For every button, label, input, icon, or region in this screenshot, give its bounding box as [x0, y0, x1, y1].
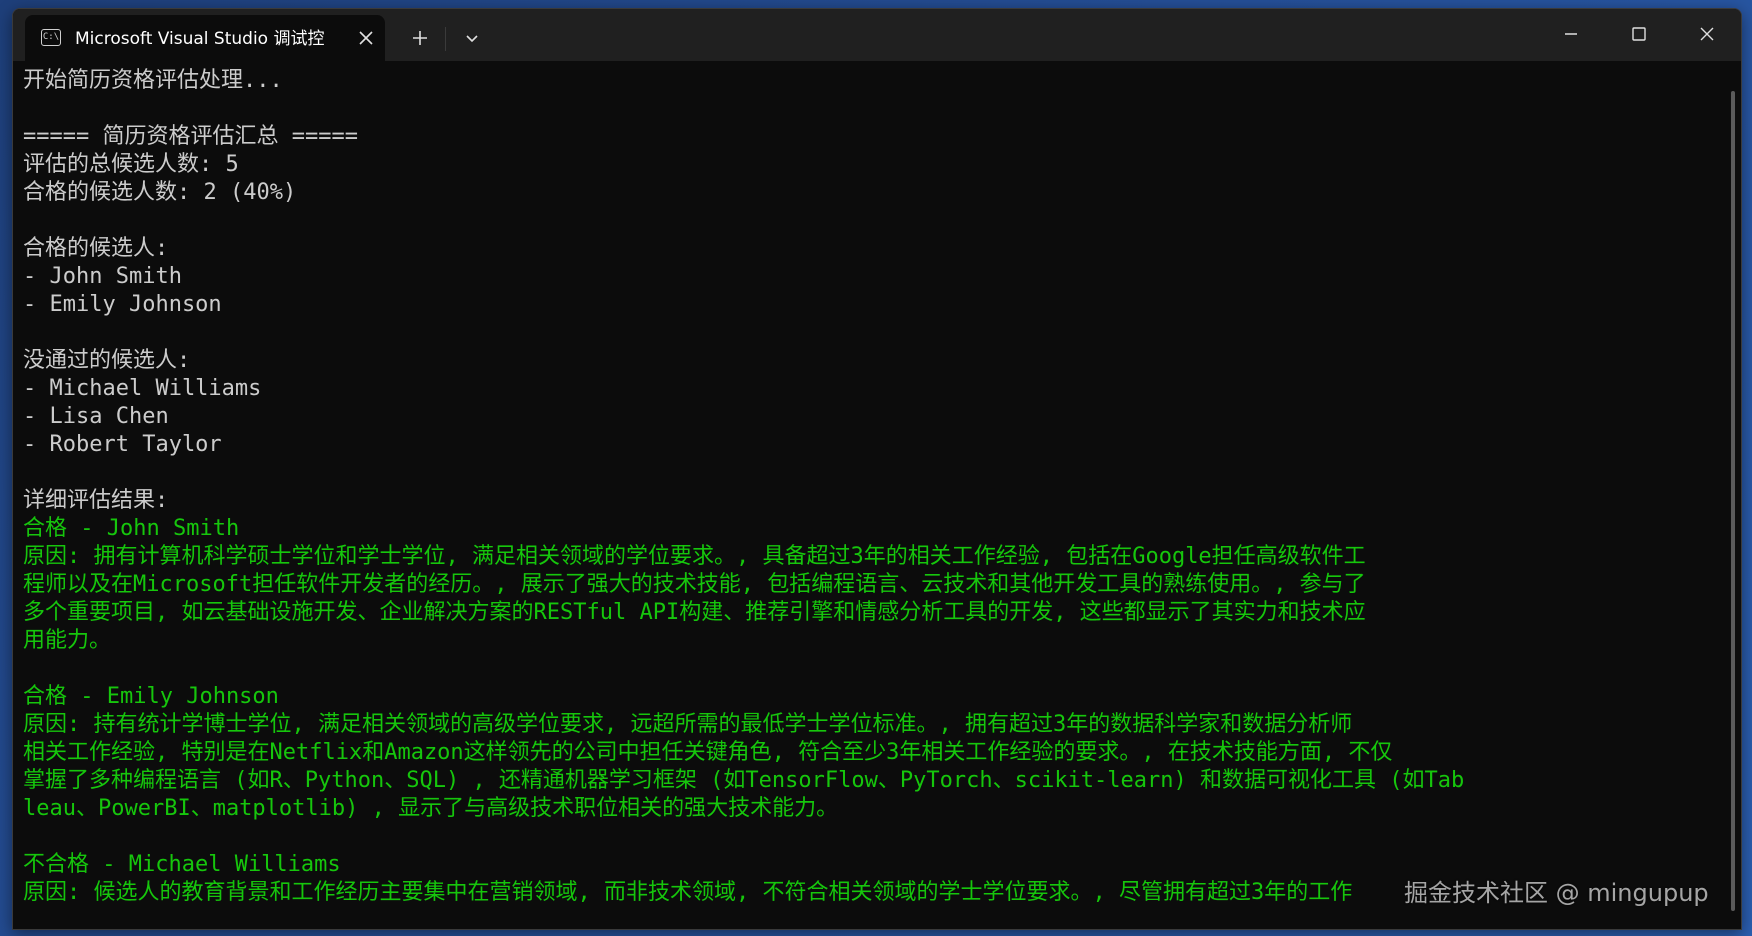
- console-line: 合格 - John Smith: [23, 516, 240, 541]
- close-tab-icon[interactable]: [355, 27, 377, 49]
- chevron-down-icon[interactable]: [457, 23, 487, 53]
- console-line: 评估的总候选人数: 5: [23, 152, 239, 177]
- console-line: 相关工作经验, 特别是在Netflix和Amazon这样领先的公司中担任关键角色…: [23, 740, 1393, 765]
- tab-debug-console[interactable]: C:\ Microsoft Visual Studio 调试控: [25, 15, 385, 61]
- console-output[interactable]: 开始简历资格评估处理... ===== 简历资格评估汇总 ===== 评估的总候选人…: [13, 61, 1741, 929]
- console-line: 开始简历资格评估处理...: [23, 68, 283, 93]
- console-line: 掌握了多种编程语言 (如R、Python、SQL) , 还精通机器学习框架 (如…: [23, 768, 1465, 793]
- console-line: - John Smith: [23, 264, 182, 289]
- tab-separator: [445, 27, 446, 51]
- console-text: 开始简历资格评估处理... ===== 简历资格评估汇总 ===== 评估的总候选人…: [23, 67, 1713, 907]
- console-line: 用能力。: [23, 628, 112, 653]
- terminal-window: C:\ Microsoft Visual Studio 调试控 开始简历资格评估…: [12, 8, 1742, 930]
- console-line: - Emily Johnson: [23, 292, 222, 317]
- console-line: - Robert Taylor: [23, 432, 222, 457]
- console-app-icon: C:\: [41, 29, 61, 46]
- console-line: 原因: 持有统计学博士学位, 满足相关领域的高级学位要求, 远超所需的最低学士学…: [23, 712, 1353, 737]
- scrollbar[interactable]: [1731, 91, 1735, 911]
- console-line: 原因: 拥有计算机科学硕士学位和学士学位, 满足相关领域的学位要求。, 具备超过…: [23, 544, 1366, 569]
- console-line: 合格的候选人数: 2 (40%): [23, 180, 297, 205]
- close-icon[interactable]: [1685, 15, 1729, 53]
- console-line: ===== 简历资格评估汇总 =====: [23, 124, 358, 149]
- title-bar[interactable]: C:\ Microsoft Visual Studio 调试控: [13, 9, 1741, 61]
- watermark: 掘金技术社区 @ mingupup: [1404, 879, 1709, 907]
- console-line: 合格的候选人:: [23, 236, 169, 261]
- console-line: - Lisa Chen: [23, 404, 169, 429]
- console-line: 合格 - Emily Johnson: [23, 684, 279, 709]
- console-line: leau、PowerBI、matplotlib) , 显示了与高级技术职位相关的…: [23, 796, 839, 821]
- console-line: 程师以及在Microsoft担任软件开发者的经历。, 展示了强大的技术技能, 包…: [23, 572, 1366, 597]
- console-line: - Michael Williams: [23, 376, 262, 401]
- plus-icon[interactable]: [405, 23, 435, 53]
- console-line: 不合格 - Michael Williams: [23, 852, 341, 877]
- console-line: 详细评估结果:: [23, 488, 169, 513]
- minimize-icon[interactable]: [1549, 15, 1593, 53]
- maximize-icon[interactable]: [1617, 15, 1661, 53]
- console-line: 没通过的候选人:: [23, 348, 191, 373]
- tab-title: Microsoft Visual Studio 调试控: [75, 29, 325, 49]
- console-line: 多个重要项目, 如云基础设施开发、企业解决方案的RESTful API构建、推荐…: [23, 600, 1366, 625]
